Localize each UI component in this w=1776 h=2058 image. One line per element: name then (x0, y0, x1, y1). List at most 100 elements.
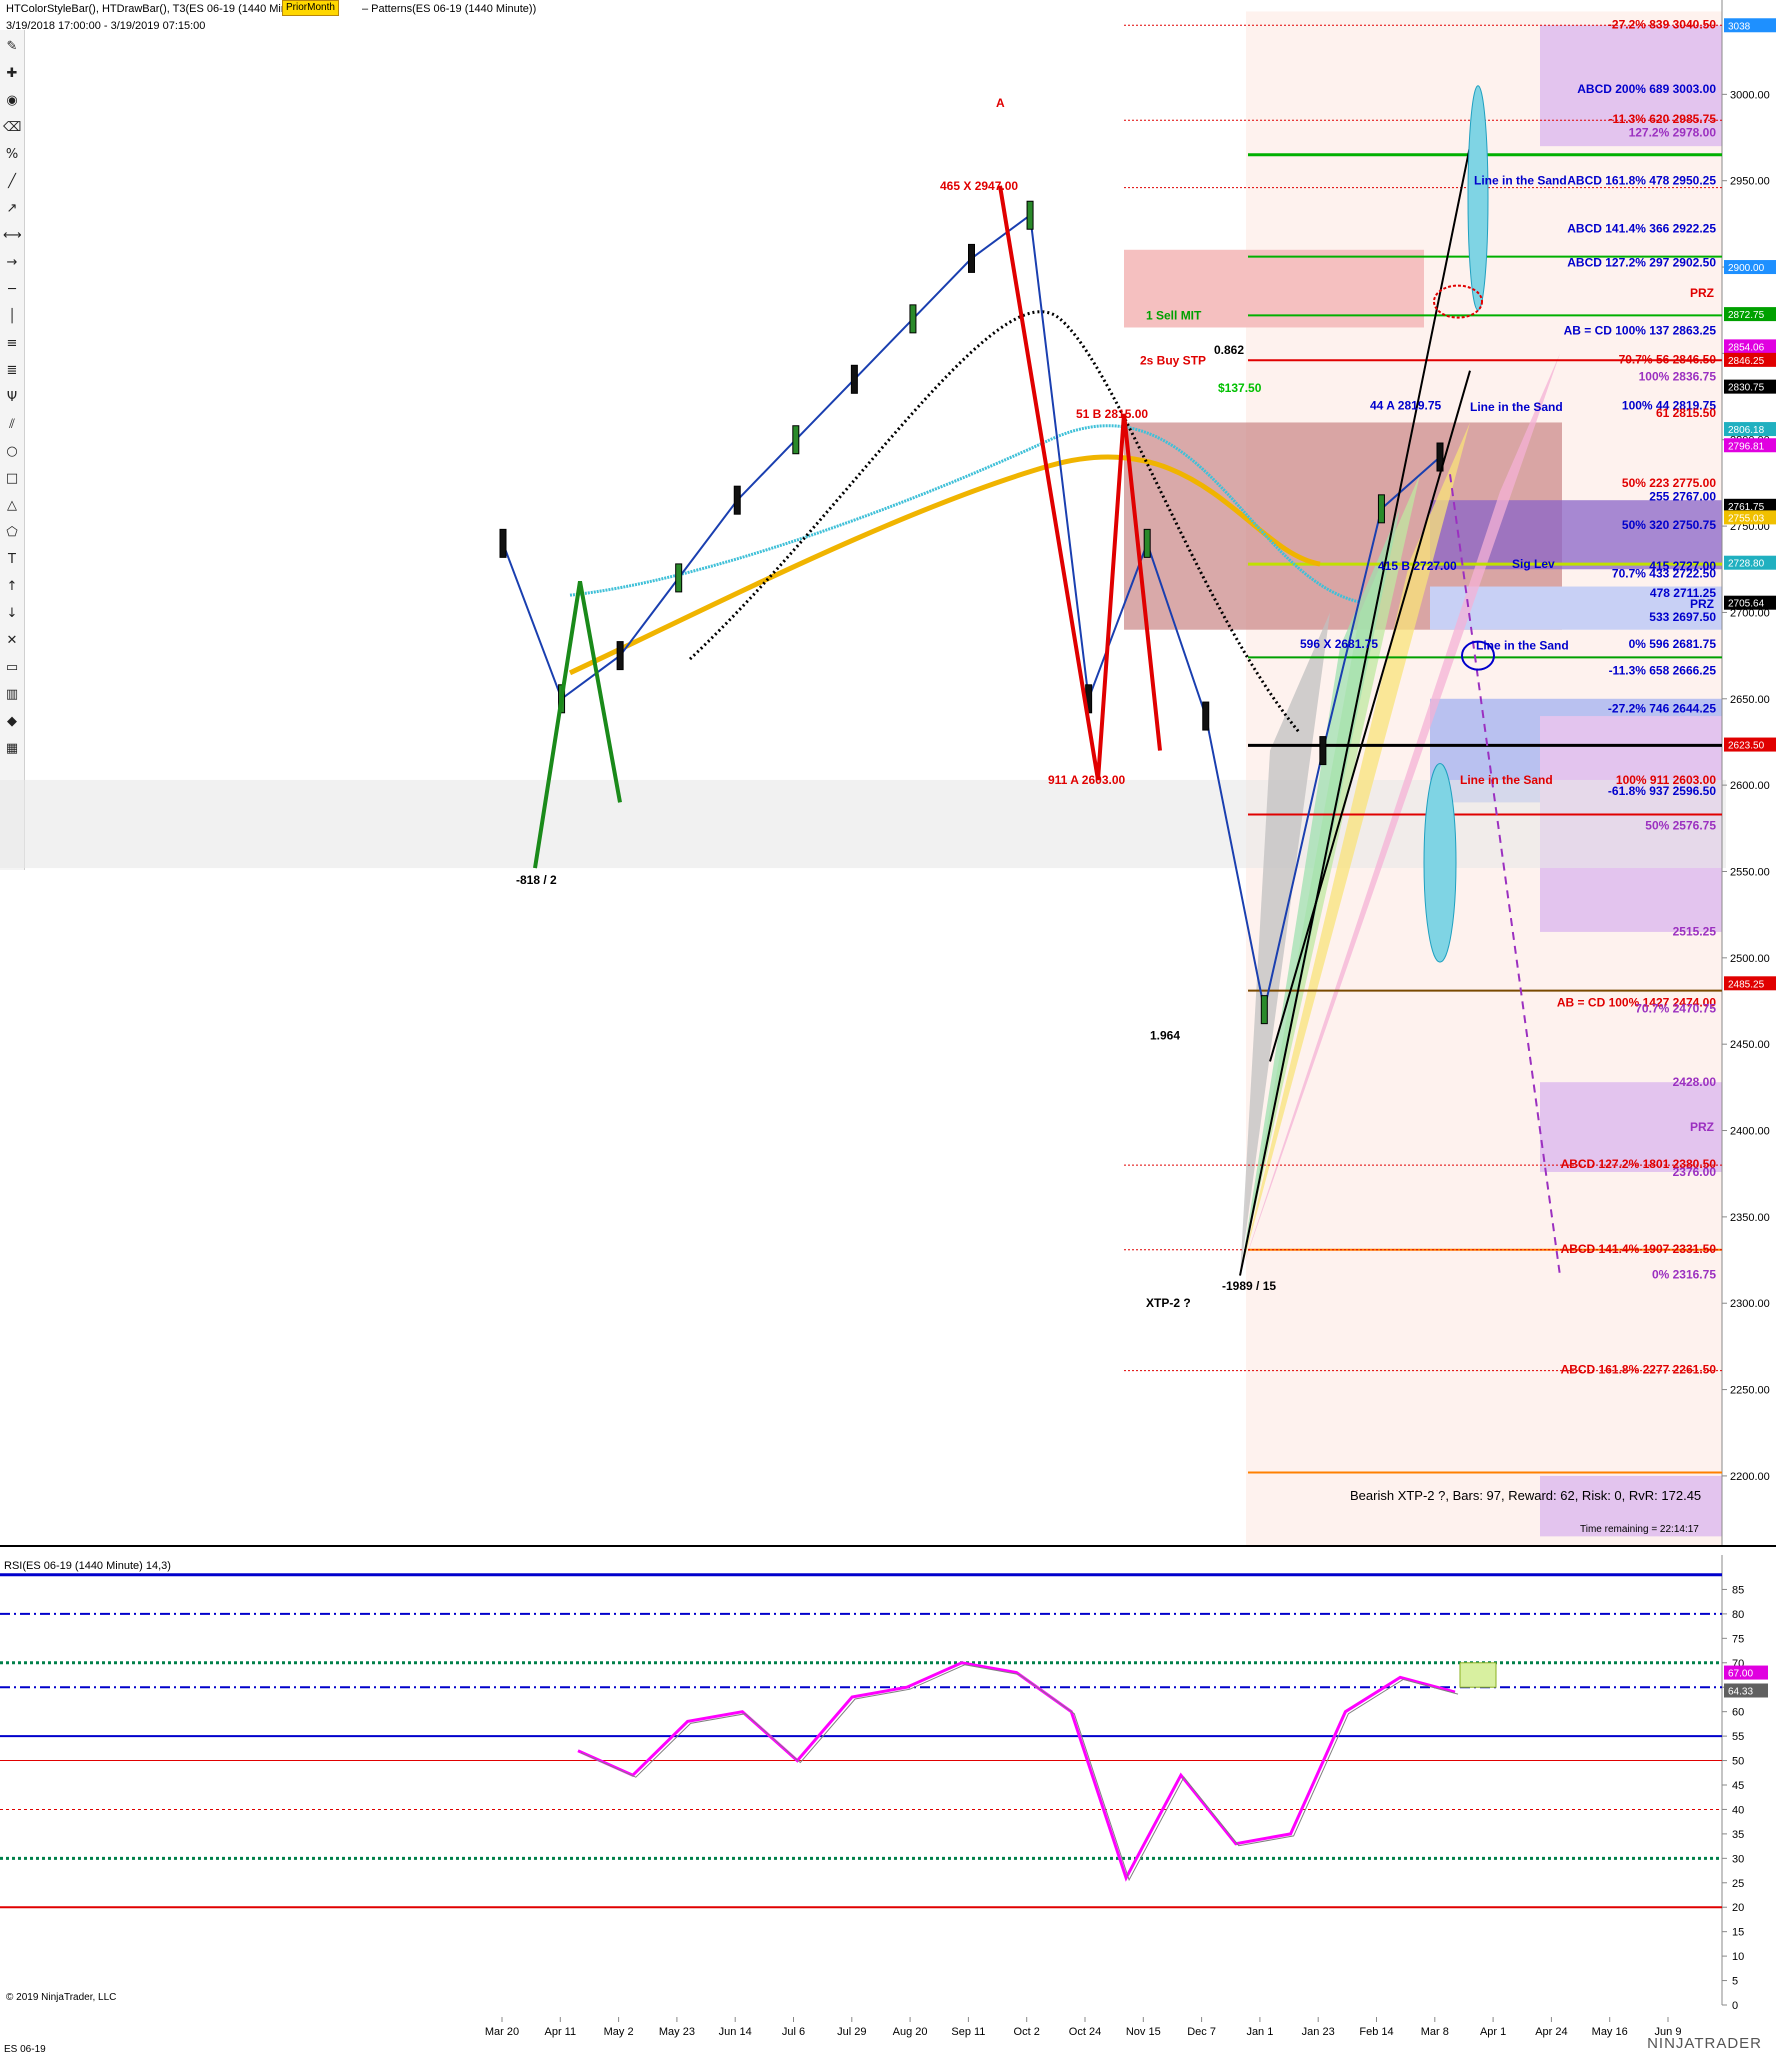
rsi-panel[interactable]: RSI(ES 06-19 (1440 Minute) 14,3) 0 5 10 15 20… (0, 1555, 1776, 2058)
price-tag-text: 2872.75 (1728, 310, 1765, 321)
date-tick-label: Apr 1 (1480, 2026, 1506, 2038)
price-candle (499, 528, 507, 558)
price-tag-text: 2623.50 (1728, 741, 1765, 752)
copyright-label: © 2019 NinjaTrader, LLC (6, 1992, 117, 2003)
rsi-tick-label: 85 (1732, 1584, 1744, 1596)
rsi-signal-line (580, 1664, 1459, 1882)
ninjatrader-chart-window: HTColorStyleBar(), HTDrawBar(), T3(ES 06… (0, 0, 1776, 2058)
price-chart[interactable]: 2200.00 2250.00 2300.00 2350.00 2400.00 2450.… (0, 0, 1776, 1555)
chart-note: 2s Buy STP (1140, 353, 1206, 367)
chart-note: 911 A 2603.00 (1048, 773, 1126, 787)
date-tick-label: Aug 20 (893, 2026, 928, 2038)
level-label: 2376.00 (1673, 1165, 1717, 1179)
date-tick-label: Feb 14 (1359, 2026, 1393, 2038)
price-candle (968, 243, 975, 273)
rsi-current-value: 64.33 (1728, 1686, 1753, 1697)
pattern-info: Bearish XTP-2 ?, Bars: 97, Reward: 62, R… (1350, 1488, 1701, 1503)
price-tick-label: 2500.00 (1730, 953, 1770, 965)
level-label: 50% 2576.75 (1645, 818, 1716, 832)
chart-note: Sig Lev (1512, 557, 1555, 571)
price-tag-text: 2900.00 (1728, 263, 1765, 274)
date-tick-label: Oct 24 (1069, 2026, 1101, 2038)
price-tag-text: 3038 (1728, 21, 1751, 32)
ninjatrader-logo: NINJATRADER (1647, 2035, 1762, 2052)
level-label: 70.7% 56 2846.50 (1619, 352, 1717, 366)
level-label: -11.3% 658 2666.25 (1609, 664, 1717, 678)
date-tick-label: May 16 (1592, 2026, 1628, 2038)
price-tick-label: 2600.00 (1730, 780, 1770, 792)
rsi-tick-label: 45 (1732, 1780, 1744, 1792)
date-tick-label: Jan 1 (1246, 2026, 1273, 2038)
chart-note: PRZ (1690, 597, 1714, 611)
level-label: 533 2697.50 (1649, 610, 1716, 624)
price-tick-label: 2200.00 (1730, 1471, 1770, 1483)
level-label: 50% 223 2775.00 (1622, 476, 1716, 490)
level-label: 127.2% 2978.00 (1629, 125, 1717, 139)
level-label: ABCD 141.4% 1907 2331.50 (1561, 1242, 1717, 1256)
price-tag-text: 2830.75 (1728, 383, 1765, 394)
price-tick-label: 3000.00 (1730, 89, 1770, 101)
price-candle (733, 485, 741, 515)
rsi-tick-label: 5 (1732, 1976, 1738, 1988)
level-label: 2515.25 (1673, 924, 1717, 938)
chart-note: Line in the Sand (1470, 400, 1563, 414)
price-tag-text: 2796.81 (1728, 441, 1765, 452)
chart-note: Line in the Sand (1474, 174, 1567, 188)
target-ellipse-top (1467, 85, 1489, 311)
chart-note: 596 X 2681.75 (1300, 637, 1378, 651)
rsi-tick-label: 75 (1732, 1633, 1744, 1645)
date-tick-label: Mar 8 (1421, 2026, 1449, 2038)
rsi-tick-label: 15 (1732, 1927, 1744, 1939)
chart-note: 465 X 2947.00 (940, 179, 1018, 193)
rsi-last-value: 67.00 (1728, 1669, 1753, 1680)
chart-note: 1 Sell MIT (1146, 308, 1202, 322)
price-candle (909, 304, 917, 334)
price-tick-label: 2250.00 (1730, 1385, 1770, 1397)
level-label: ABCD 200% 689 3003.00 (1577, 82, 1716, 96)
level-label: -61.8% 937 2596.50 (1608, 784, 1716, 798)
price-tag-text: 2755.03 (1728, 513, 1765, 524)
level-label: ABCD 141.4% 366 2922.25 (1567, 222, 1716, 236)
chart-note: 1.964 (1150, 1029, 1180, 1043)
rsi-tick-label: 25 (1732, 1878, 1744, 1890)
price-tag-text: 2485.25 (1728, 979, 1765, 990)
date-tick-label: Nov 15 (1126, 2026, 1161, 2038)
price-tick-label: 2950.00 (1730, 176, 1770, 188)
price-candle (616, 641, 624, 671)
rsi-tick-label: 50 (1732, 1756, 1744, 1768)
level-label: 255 2767.00 (1649, 490, 1716, 504)
price-tag-text: 2728.80 (1728, 559, 1765, 570)
rsi-tick-label: 35 (1732, 1829, 1744, 1841)
price-tick-label: 2450.00 (1730, 1039, 1770, 1051)
level-label: 70.7% 2470.75 (1635, 1001, 1716, 1015)
level-label: 0% 596 2681.75 (1629, 637, 1717, 651)
chart-note: XTP-2 ? (1146, 1296, 1191, 1310)
chart-note: -1989 / 15 (1222, 1279, 1276, 1293)
price-candle (1026, 200, 1034, 230)
price-tick-label: 2550.00 (1730, 866, 1770, 878)
rsi-tick-label: 20 (1732, 1902, 1744, 1914)
price-candle (1143, 528, 1151, 558)
rsi-tick-label: 60 (1732, 1707, 1744, 1719)
symbol-label: ES 06-19 (4, 2044, 46, 2055)
level-label: 50% 320 2750.75 (1622, 518, 1716, 532)
price-candle (1377, 494, 1385, 524)
level-label: 100% 2836.75 (1639, 369, 1717, 383)
rsi-title: RSI(ES 06-19 (1440 Minute) 14,3) (4, 1560, 171, 1572)
chart-note: Line in the Sand (1460, 773, 1553, 787)
chart-note: 415 B 2727.00 (1378, 559, 1457, 573)
price-tick-label: 2650.00 (1730, 694, 1770, 706)
date-tick-label: Mar 20 (485, 2026, 519, 2038)
range-zone (0, 779, 1726, 869)
price-candle (1260, 995, 1268, 1025)
chart-note: $137.50 (1218, 381, 1262, 395)
date-tick-label: Dec 7 (1187, 2026, 1216, 2038)
date-tick-label: Apr 11 (545, 2026, 577, 2038)
chart-note: -818 / 2 (516, 873, 557, 887)
price-tag-text: 2806.18 (1728, 425, 1765, 436)
level-label: ABCD 127.2% 297 2902.50 (1567, 256, 1716, 270)
chart-note: PRZ (1690, 286, 1714, 300)
date-tick-label: Sep 11 (951, 2026, 985, 2038)
level-label: AB = CD 100% 137 2863.25 (1564, 324, 1717, 338)
price-tag-text: 2854.06 (1728, 342, 1765, 353)
